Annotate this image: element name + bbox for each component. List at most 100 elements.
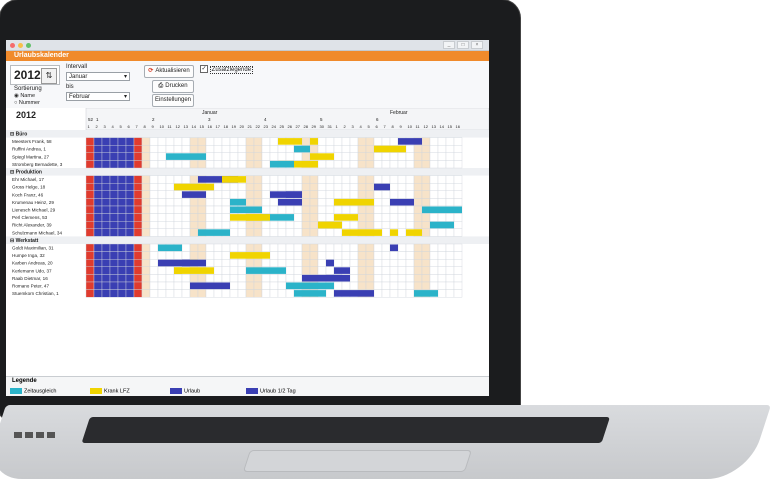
minimize-dot[interactable] bbox=[18, 42, 23, 48]
day-cell bbox=[357, 190, 367, 199]
day-cell bbox=[429, 152, 439, 161]
absence-entry bbox=[390, 244, 398, 252]
day-cell bbox=[413, 258, 423, 267]
day-cell bbox=[109, 175, 119, 184]
day-cell bbox=[429, 228, 439, 237]
day-cell bbox=[325, 175, 335, 184]
legend-label: Urlaub bbox=[184, 388, 201, 395]
day-cell bbox=[261, 137, 271, 146]
day-cell bbox=[173, 281, 183, 290]
day-cell bbox=[373, 243, 383, 252]
day-cell bbox=[277, 145, 287, 154]
day-cell bbox=[149, 220, 159, 229]
day-cell bbox=[437, 182, 447, 191]
minimize-button[interactable]: _ bbox=[443, 41, 455, 49]
close-button[interactable]: × bbox=[471, 41, 483, 49]
day-cell bbox=[333, 190, 343, 199]
day-cell bbox=[309, 198, 319, 207]
day-cell bbox=[157, 281, 167, 290]
person-name: Raab Dietmar, 16 bbox=[12, 276, 48, 281]
day-cell bbox=[269, 243, 279, 252]
day-cell bbox=[117, 145, 127, 154]
print-button[interactable]: ⎙ Drucken bbox=[152, 80, 194, 93]
day-cell bbox=[109, 228, 119, 237]
day-cell bbox=[373, 160, 383, 169]
day-cell bbox=[253, 274, 263, 283]
day-cell bbox=[261, 274, 271, 283]
day-cell bbox=[405, 266, 415, 275]
day-cell bbox=[221, 213, 231, 222]
sort-label: Sortierung bbox=[14, 86, 42, 92]
day-cell bbox=[221, 258, 231, 267]
sort-option-number[interactable]: ○ Nummer bbox=[14, 100, 40, 106]
day-cell bbox=[253, 220, 263, 229]
day-cell bbox=[269, 152, 279, 161]
day-cell bbox=[213, 198, 223, 207]
day-cell bbox=[93, 289, 103, 298]
day-cell bbox=[125, 175, 135, 184]
absence-entry bbox=[294, 145, 310, 153]
day-cell bbox=[381, 160, 391, 169]
day-cell bbox=[221, 266, 231, 275]
day-cell bbox=[213, 137, 223, 146]
day-cell bbox=[181, 274, 191, 283]
day-cell bbox=[349, 145, 359, 154]
day-cell bbox=[405, 205, 415, 214]
day-cell bbox=[165, 160, 175, 169]
day-cell bbox=[413, 205, 423, 214]
day-cell bbox=[445, 274, 455, 283]
day-cell bbox=[285, 228, 295, 237]
day-cell bbox=[421, 281, 431, 290]
day-cell bbox=[429, 182, 439, 191]
from-month-select[interactable]: Januar ▾ bbox=[66, 72, 130, 81]
day-cell bbox=[389, 190, 399, 199]
absence-entry bbox=[398, 138, 422, 145]
day-cell bbox=[437, 160, 447, 169]
day-cell bbox=[381, 266, 391, 275]
person-name: Kerlemann Udo, 37 bbox=[12, 268, 52, 273]
group-label: ⊟ Büro bbox=[10, 132, 27, 138]
day-cell bbox=[165, 251, 175, 260]
day-cell bbox=[445, 182, 455, 191]
day-cell bbox=[205, 190, 215, 199]
day-cell bbox=[117, 258, 127, 267]
person-name: Schulzmann Michael, 34 bbox=[12, 230, 62, 235]
day-cell bbox=[277, 182, 287, 191]
close-dot[interactable] bbox=[10, 42, 15, 48]
day-cell bbox=[437, 266, 447, 275]
legend-checkbox[interactable]: ✓ Zusatzlegende bbox=[200, 65, 254, 74]
day-cell bbox=[101, 281, 111, 290]
day-cell bbox=[245, 198, 255, 207]
day-cell bbox=[157, 213, 167, 222]
to-month-select[interactable]: Februar ▾ bbox=[66, 92, 130, 101]
settings-button[interactable]: Einstellungen bbox=[152, 94, 194, 107]
year-spinner-icon[interactable]: ⇅ bbox=[41, 68, 57, 84]
maximize-button[interactable]: □ bbox=[457, 41, 469, 49]
year-selector[interactable]: 2012 ⇅ bbox=[10, 65, 60, 85]
day-cell bbox=[189, 205, 199, 214]
day-cell bbox=[341, 190, 351, 199]
day-cell bbox=[109, 190, 119, 199]
sort-option-name[interactable]: ◉ Name bbox=[14, 93, 35, 99]
day-cell bbox=[213, 145, 223, 154]
day-cell bbox=[85, 198, 95, 207]
day-cell bbox=[133, 198, 143, 207]
day-cell bbox=[125, 289, 135, 298]
day-cell bbox=[429, 281, 439, 290]
day-cell bbox=[117, 213, 127, 222]
person-name: Humpe Inga, 32 bbox=[12, 253, 45, 258]
refresh-button[interactable]: ⟳ Aktualisieren bbox=[144, 65, 194, 78]
day-cell bbox=[157, 289, 167, 298]
day-cell bbox=[245, 289, 255, 298]
day-cell bbox=[285, 274, 295, 283]
day-cell bbox=[213, 190, 223, 199]
day-cell bbox=[277, 152, 287, 161]
day-cell bbox=[205, 289, 215, 298]
day-cell bbox=[277, 251, 287, 260]
day-cell bbox=[301, 251, 311, 260]
day-cell bbox=[133, 205, 143, 214]
day-cell bbox=[301, 220, 311, 229]
absence-entry bbox=[166, 153, 206, 160]
side-ports bbox=[14, 425, 74, 438]
zoom-dot[interactable] bbox=[26, 42, 31, 48]
